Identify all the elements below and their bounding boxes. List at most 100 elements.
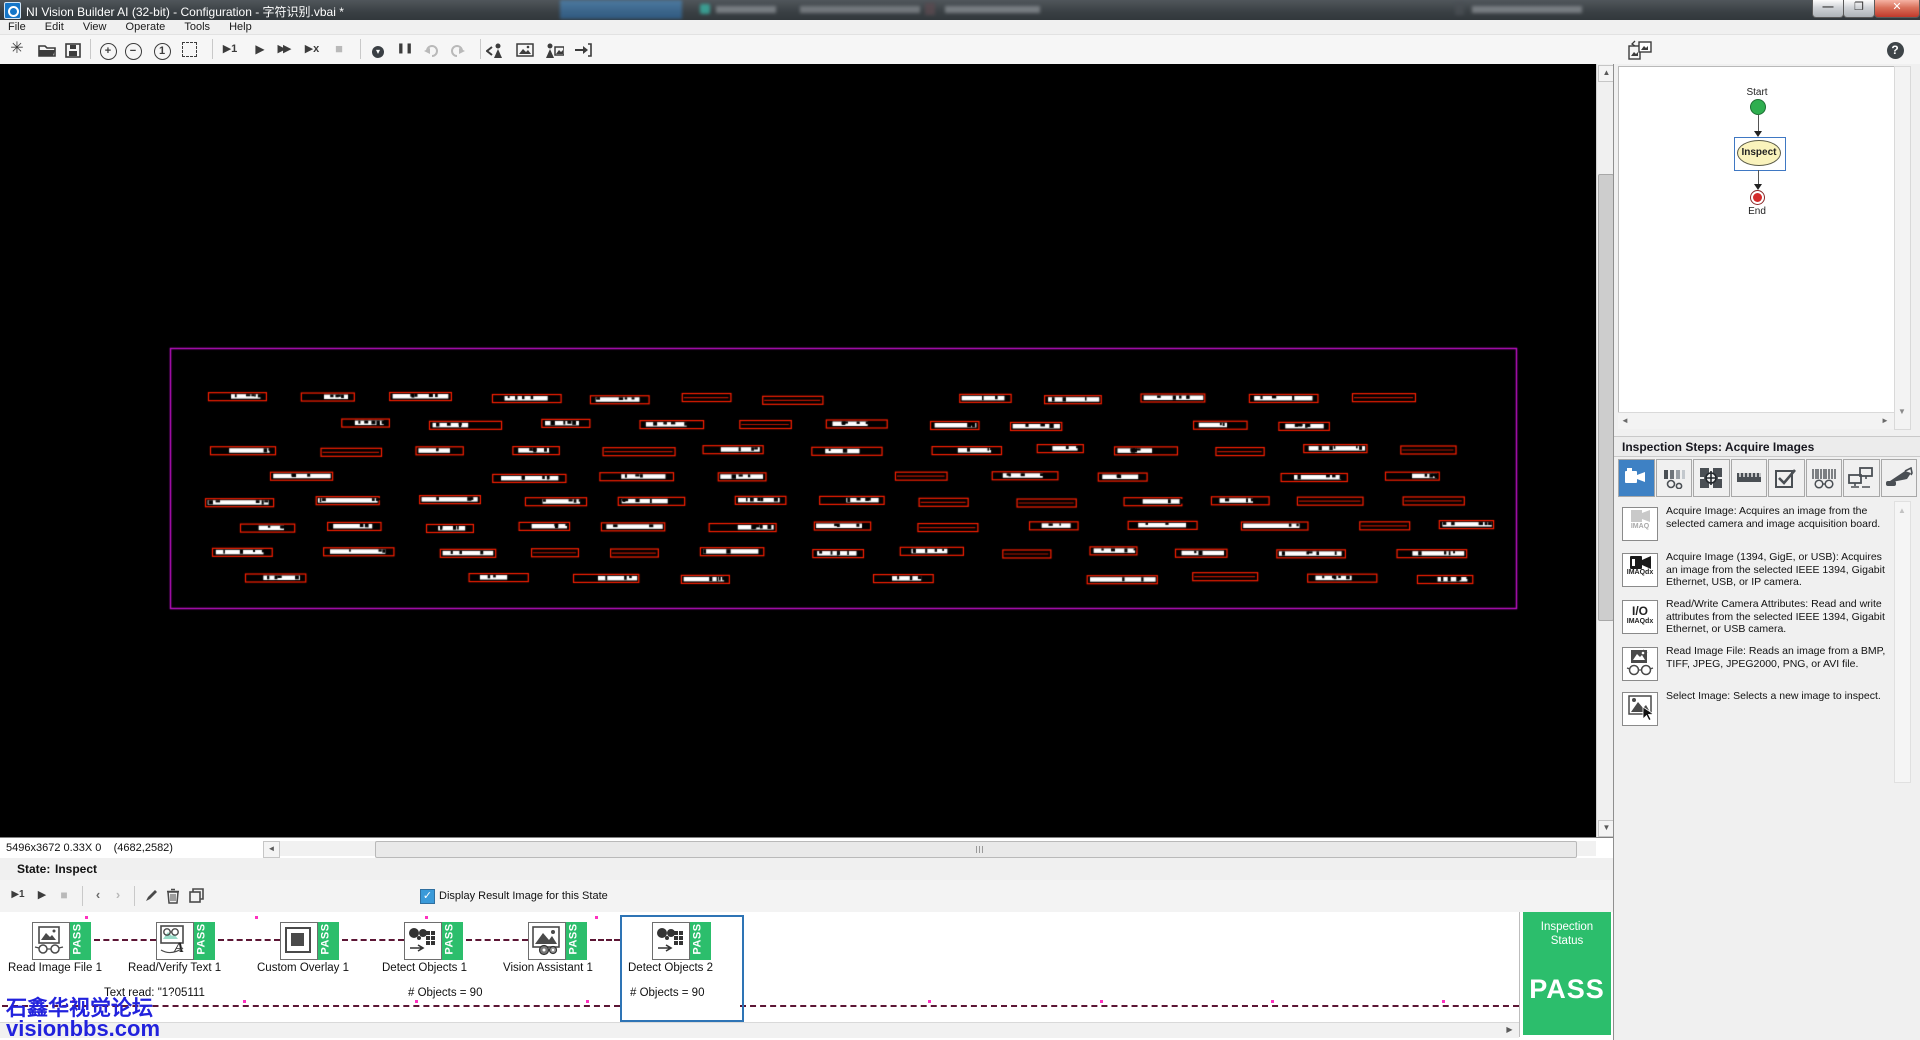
tab-enhance-images[interactable] <box>1655 459 1692 497</box>
read-image-file-icon[interactable] <box>1622 647 1658 681</box>
step-label[interactable]: Read Image File 1 <box>8 962 102 974</box>
open-inspection-icon[interactable] <box>36 38 58 60</box>
tab-measure-features[interactable] <box>1730 459 1767 497</box>
scroll-up-icon[interactable]: ▲ <box>1898 506 1906 515</box>
scroll-right-icon[interactable]: ► <box>1881 416 1889 425</box>
run-once-icon[interactable]: ▶1 <box>219 38 241 60</box>
step-connector <box>590 939 620 941</box>
step-detect-objects-2[interactable] <box>652 922 690 960</box>
select-image-description[interactable]: Select Image: Selects a new image to ins… <box>1666 690 1896 703</box>
state-inspect-ellipse[interactable]: Inspect <box>1737 140 1781 166</box>
run-icon[interactable]: ▶ <box>249 38 271 60</box>
step-label[interactable]: Vision Assistant 1 <box>503 962 593 974</box>
steps-horizontal-scrollbar[interactable]: ▶ <box>0 1022 1519 1038</box>
simulate-acquisition-icon[interactable] <box>484 38 506 60</box>
zoom-to-fit-icon[interactable] <box>178 38 200 60</box>
read-write-camera-attributes-icon[interactable]: I/O IMAQdx <box>1622 600 1658 634</box>
run-state-once-icon[interactable]: ▶1 <box>8 885 28 905</box>
run-state-icon[interactable]: ▶ <box>32 885 52 905</box>
step-label[interactable]: Custom Overlay 1 <box>257 962 349 974</box>
scroll-thumb[interactable] <box>375 841 1577 858</box>
step-read-image-file[interactable] <box>32 922 70 960</box>
tab-acquire-images[interactable] <box>1618 459 1655 497</box>
background-tab-text <box>945 6 1040 13</box>
zoom-in-icon[interactable]: + <box>97 38 119 60</box>
diagram-horizontal-scrollbar[interactable]: ◄ ► <box>1618 412 1894 429</box>
new-inspection-icon[interactable]: ✳ <box>6 38 28 60</box>
menu-operate[interactable]: Operate <box>118 20 174 34</box>
minimize-button[interactable]: — <box>1812 0 1844 18</box>
state-steps-area: PASS Read Image File 1 A PASS Read/Verif… <box>0 912 1613 1040</box>
scroll-thumb[interactable] <box>1598 174 1614 621</box>
scroll-left-icon[interactable]: ◄ <box>1621 416 1629 425</box>
scroll-down-icon[interactable]: ▼ <box>1898 407 1906 416</box>
step-read-verify-text[interactable]: A <box>156 922 194 960</box>
state-inspect-node[interactable]: Inspect <box>1734 137 1786 171</box>
restore-button[interactable]: ❐ <box>1843 0 1875 18</box>
diagram-vertical-scrollbar[interactable]: ▼ <box>1894 66 1911 430</box>
tab-locate-features[interactable] <box>1693 459 1730 497</box>
step-status-badge: PASS <box>318 922 339 960</box>
step-label[interactable]: Detect Objects 2 <box>628 962 713 974</box>
step-connector <box>342 939 404 941</box>
step-label[interactable]: Detect Objects 1 <box>382 962 467 974</box>
delete-step-icon[interactable] <box>163 885 183 905</box>
image-horizontal-scrollbar[interactable] <box>280 841 1596 858</box>
display-image-icon[interactable] <box>514 38 536 60</box>
zoom-out-icon[interactable]: − <box>122 38 144 60</box>
acquire-image-icon[interactable]: IMAQ <box>1622 507 1658 541</box>
inspection-steps-header: Inspection Steps: Acquire Images <box>1614 436 1920 457</box>
main-toolbar: ✳ + − 1 ▶1 ▶ ▶▶ ▶x ■ ▾ ❚❚ ? <box>0 35 1920 66</box>
window-title: NI Vision Builder AI (32-bit) - Configur… <box>26 5 344 19</box>
inspection-status-value: PASS <box>1529 974 1605 1004</box>
step-label[interactable]: Read/Verify Text 1 <box>128 962 221 974</box>
watermark-link[interactable]: visionbbs.com <box>6 1016 160 1040</box>
read-write-camera-attributes-description[interactable]: Read/Write Camera Attributes: Read and w… <box>1666 598 1896 636</box>
close-button[interactable]: ✕ <box>1874 0 1920 18</box>
copy-step-icon[interactable] <box>186 885 206 905</box>
redo-icon <box>446 38 468 60</box>
tab-additional-tools[interactable] <box>1880 459 1917 497</box>
menu-edit[interactable]: Edit <box>37 20 72 34</box>
pause-icon[interactable]: ❚❚ <box>394 38 416 60</box>
menu-help[interactable]: Help <box>221 20 260 34</box>
palette-vertical-scrollbar[interactable]: ▲ <box>1894 501 1911 783</box>
state-diagram-canvas[interactable]: Start Inspect End <box>1618 66 1896 414</box>
tab-communicate[interactable] <box>1843 459 1880 497</box>
step-connector <box>94 939 156 941</box>
step-custom-overlay[interactable] <box>280 922 318 960</box>
help-icon[interactable]: ? <box>1884 38 1906 60</box>
state-end-node[interactable] <box>1750 190 1765 205</box>
display-result-image-checkbox[interactable]: ✓ <box>420 889 435 904</box>
jump-into-step-icon[interactable] <box>572 38 594 60</box>
tab-identify-parts[interactable] <box>1805 459 1842 497</box>
step-status-badge: PASS <box>566 922 587 960</box>
previous-step-icon[interactable]: ‹ <box>88 885 108 905</box>
menu-file[interactable]: File <box>0 20 34 34</box>
read-image-file-description[interactable]: Read Image File: Reads an image from a B… <box>1666 645 1896 670</box>
step-status-badge: PASS <box>70 922 91 960</box>
inspection-image-view[interactable] <box>0 64 1596 837</box>
acquire-image-dx-icon[interactable]: IMAQdx <box>1622 553 1658 587</box>
run-continuous-icon[interactable]: ▶▶ <box>272 38 294 60</box>
acquire-image-description[interactable]: Acquire Image: Acquires an image from th… <box>1666 505 1896 530</box>
select-image-icon[interactable] <box>1622 692 1658 726</box>
tab-check-presence[interactable] <box>1768 459 1805 497</box>
step-vision-assistant[interactable] <box>528 922 566 960</box>
menu-tools[interactable]: Tools <box>176 20 218 34</box>
switch-view-icon[interactable] <box>1624 38 1656 60</box>
state-start-node[interactable] <box>1750 99 1766 115</box>
scroll-right-icon[interactable]: ▶ <box>1502 1023 1517 1038</box>
run-until-failure-icon[interactable]: ▶x <box>301 38 323 60</box>
save-inspection-icon[interactable] <box>62 38 84 60</box>
step-detect-objects[interactable] <box>404 922 442 960</box>
state-start-label: Start <box>1746 87 1768 98</box>
acquire-image-dx-description[interactable]: Acquire Image (1394, GigE, or USB): Acqu… <box>1666 551 1896 589</box>
breakpoint-icon[interactable]: ▾ <box>367 38 389 60</box>
menu-view[interactable]: View <box>75 20 115 34</box>
image-vertical-scrollbar[interactable]: ▲ ▼ <box>1596 64 1615 837</box>
simulate-image-icon[interactable] <box>544 38 566 60</box>
zoom-1to1-icon[interactable]: 1 <box>151 38 173 60</box>
hscroll-left-icon[interactable]: ◄ <box>263 841 280 858</box>
edit-step-icon[interactable] <box>141 885 161 905</box>
